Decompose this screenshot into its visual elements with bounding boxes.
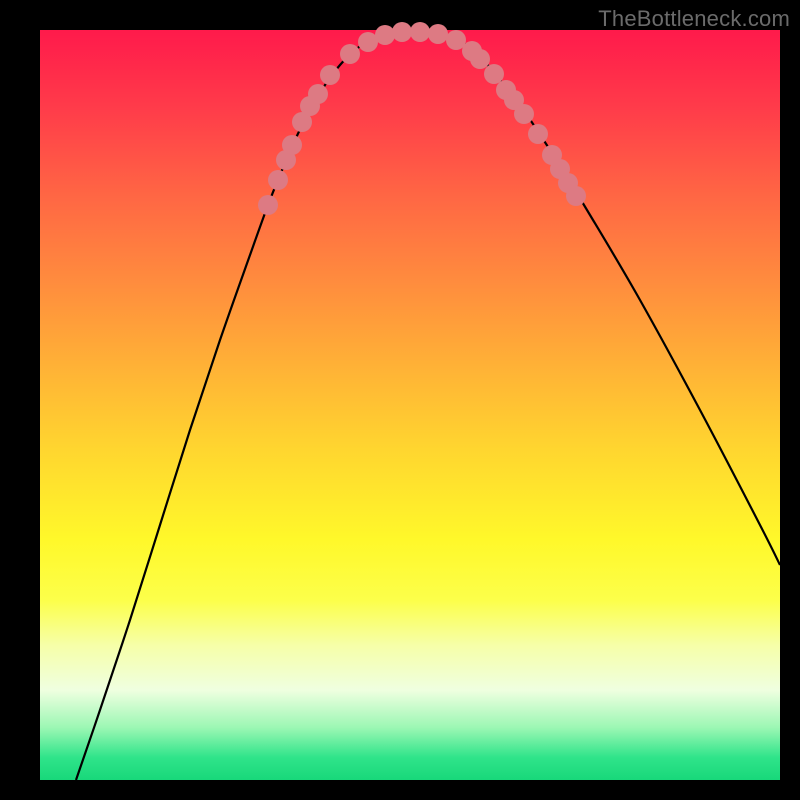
data-dot	[340, 44, 360, 64]
data-dot	[282, 135, 302, 155]
watermark-text: TheBottleneck.com	[598, 6, 790, 32]
data-dot	[308, 84, 328, 104]
data-dot	[258, 195, 278, 215]
plot-area	[40, 30, 780, 780]
data-dots	[258, 22, 586, 215]
curve-line	[76, 31, 780, 780]
data-dot	[528, 124, 548, 144]
curve-svg	[40, 30, 780, 780]
data-dot	[392, 22, 412, 42]
data-dot	[375, 25, 395, 45]
data-dot	[428, 24, 448, 44]
chart-frame: TheBottleneck.com	[0, 0, 800, 800]
data-dot	[320, 65, 340, 85]
data-dot	[268, 170, 288, 190]
data-dot	[566, 186, 586, 206]
data-dot	[484, 64, 504, 84]
data-dot	[470, 49, 490, 69]
data-dot	[410, 22, 430, 42]
bottleneck-curve	[76, 31, 780, 780]
data-dot	[514, 104, 534, 124]
